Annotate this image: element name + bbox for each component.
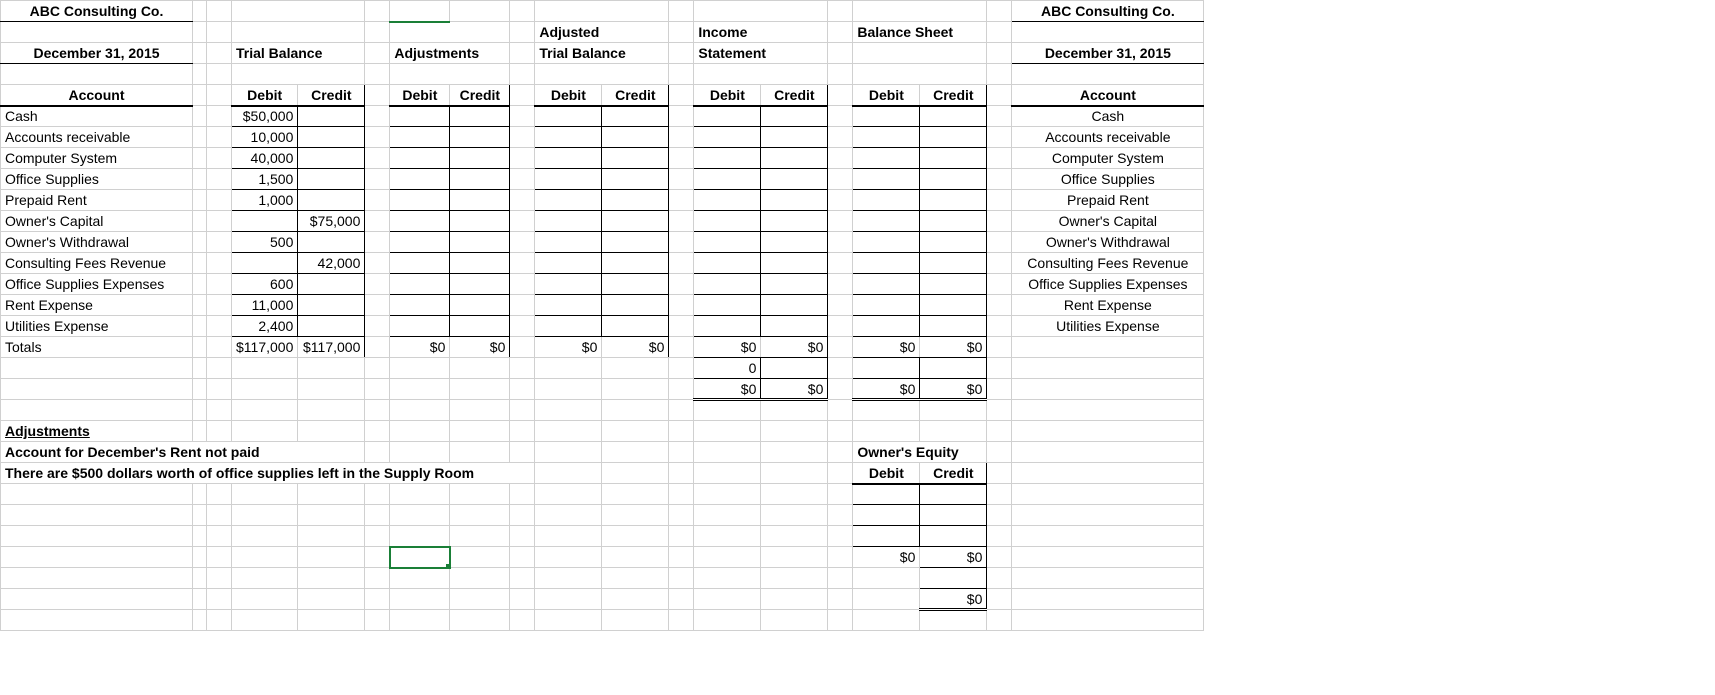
- income-header-1: Income: [694, 22, 828, 43]
- adjtb-total-debit: $0: [535, 337, 602, 358]
- owners-equity-header: Owner's Equity: [853, 442, 987, 463]
- bs-final-debit: $0: [853, 379, 920, 400]
- is-final-credit: $0: [761, 379, 828, 400]
- account-name[interactable]: Consulting Fees Revenue: [1, 253, 193, 274]
- row-column-headers: Account Debit Credit Debit Credit Debit …: [1, 85, 1204, 106]
- oe-credit-header: Credit: [920, 463, 987, 484]
- bs-final-credit: $0: [920, 379, 987, 400]
- account-name[interactable]: Prepaid Rent: [1, 190, 193, 211]
- adjusted-tb-header-2: Trial Balance: [535, 43, 669, 64]
- trial-balance-header: Trial Balance: [232, 43, 365, 64]
- account-name[interactable]: Utilities Expense: [1, 316, 193, 337]
- account-row: Prepaid Rent1,000Prepaid Rent: [1, 190, 1204, 211]
- tb-total-debit: $117,000: [232, 337, 298, 358]
- adjtb-credit-header: Credit: [602, 85, 669, 106]
- account-name[interactable]: Owner's Capital: [1, 211, 193, 232]
- tb-debit-header: Debit: [232, 85, 298, 106]
- account-name[interactable]: Computer System: [1, 148, 193, 169]
- adj-debit-header: Debit: [390, 85, 450, 106]
- account-row: Office Supplies1,500Office Supplies: [1, 169, 1204, 190]
- row-sections-2: December 31, 2015 Trial Balance Adjustme…: [1, 43, 1204, 64]
- account-header-left: Account: [1, 85, 193, 106]
- account-name[interactable]: Owner's Withdrawal: [1, 232, 193, 253]
- tb-credit-header: Credit: [298, 85, 365, 106]
- tb-total-credit: $117,000: [298, 337, 365, 358]
- oe-total-debit: $0: [853, 547, 920, 568]
- tb-credit[interactable]: [298, 106, 365, 127]
- bs-debit-header: Debit: [853, 85, 920, 106]
- totals-label: Totals: [1, 337, 193, 358]
- account-name-r: Cash: [1012, 106, 1204, 127]
- row-note-2: There are $500 dollars worth of office s…: [1, 463, 1204, 484]
- adjtb-debit-header: Debit: [535, 85, 602, 106]
- row-adjustments-heading: Adjustments: [1, 421, 1204, 442]
- row-note-1: Account for December's Rent not paid Own…: [1, 442, 1204, 463]
- date-right: December 31, 2015: [1012, 43, 1204, 64]
- is-total-debit: $0: [694, 337, 761, 358]
- bs-total-credit: $0: [920, 337, 987, 358]
- account-row: Consulting Fees Revenue42,000Consulting …: [1, 253, 1204, 274]
- is-credit-header: Credit: [761, 85, 828, 106]
- adjtb-total-credit: $0: [602, 337, 669, 358]
- account-header-right: Account: [1012, 85, 1204, 106]
- company-left: ABC Consulting Co.: [1, 1, 193, 22]
- is-total-credit: $0: [761, 337, 828, 358]
- income-header-2: Statement: [694, 43, 828, 64]
- account-name[interactable]: Rent Expense: [1, 295, 193, 316]
- adj-total-debit: $0: [390, 337, 450, 358]
- company-right: ABC Consulting Co.: [1012, 1, 1204, 22]
- oe-final: $0: [920, 589, 987, 610]
- is-final-debit: $0: [694, 379, 761, 400]
- adj-total-credit: $0: [450, 337, 510, 358]
- oe-total-credit: $0: [920, 547, 987, 568]
- note-line-1: Account for December's Rent not paid: [1, 442, 365, 463]
- row-final-totals: $0 $0 $0 $0: [1, 379, 1204, 400]
- account-name[interactable]: Accounts receivable: [1, 127, 193, 148]
- account-row: Owner's Withdrawal500Owner's Withdrawal: [1, 232, 1204, 253]
- active-cell[interactable]: [390, 547, 450, 568]
- row-totals: Totals $117,000 $117,000 $0 $0 $0 $0 $0 …: [1, 337, 1204, 358]
- account-name[interactable]: Cash: [1, 106, 193, 127]
- adjusted-tb-header-1: Adjusted: [535, 22, 669, 43]
- row-oe-final: $0: [1, 589, 1204, 610]
- account-row: Office Supplies Expenses600Office Suppli…: [1, 274, 1204, 295]
- worksheet[interactable]: ABC Consulting Co. ABC Consulting Co. Ad…: [0, 0, 1204, 631]
- account-name[interactable]: Office Supplies: [1, 169, 193, 190]
- adjustments-notes-heading: Adjustments: [1, 421, 193, 442]
- balance-sheet-header: Balance Sheet: [853, 22, 987, 43]
- is-extra: 0: [694, 358, 761, 379]
- row-is-extra: 0: [1, 358, 1204, 379]
- account-row: Computer System40,000Computer System: [1, 148, 1204, 169]
- bs-total-debit: $0: [853, 337, 920, 358]
- account-row: Cash $50,000 Cash: [1, 106, 1204, 127]
- row-company: ABC Consulting Co. ABC Consulting Co.: [1, 1, 1204, 22]
- bs-credit-header: Credit: [920, 85, 987, 106]
- date-left: December 31, 2015: [1, 43, 193, 64]
- row-sections-1: Adjusted Income Balance Sheet: [1, 22, 1204, 43]
- adj-credit-header: Credit: [450, 85, 510, 106]
- tb-debit[interactable]: $50,000: [232, 106, 298, 127]
- account-name[interactable]: Office Supplies Expenses: [1, 274, 193, 295]
- account-row: Accounts receivable10,000Accounts receiv…: [1, 127, 1204, 148]
- is-debit-header: Debit: [694, 85, 761, 106]
- note-line-2: There are $500 dollars worth of office s…: [1, 463, 535, 484]
- account-row: Owner's Capital$75,000Owner's Capital: [1, 211, 1204, 232]
- row-oe-totals: $0 $0: [1, 547, 1204, 568]
- oe-debit-header: Debit: [853, 463, 920, 484]
- account-row: Rent Expense11,000Rent Expense: [1, 295, 1204, 316]
- adjustments-header: Adjustments: [390, 43, 510, 64]
- account-row: Utilities Expense2,400Utilities Expense: [1, 316, 1204, 337]
